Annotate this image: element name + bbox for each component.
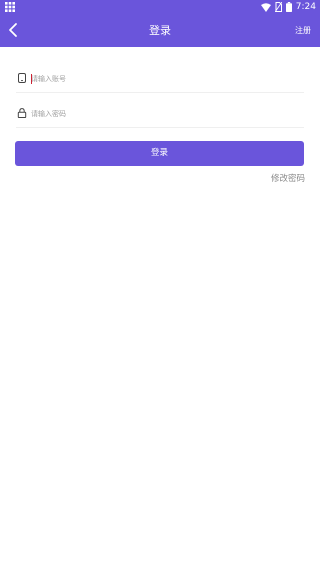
lock-icon	[17, 108, 27, 118]
status-bar: 7:24	[0, 0, 320, 14]
app-header: 登录 注册	[0, 14, 320, 47]
wifi-icon	[260, 2, 271, 12]
no-sim-icon	[274, 2, 282, 12]
account-input[interactable]	[31, 70, 291, 88]
status-time: 7:24	[295, 2, 316, 12]
account-field	[16, 66, 304, 93]
password-input[interactable]	[31, 105, 291, 123]
battery-icon	[285, 2, 292, 12]
phone-icon	[18, 73, 26, 83]
password-field	[16, 101, 304, 128]
register-button[interactable]: 注册	[295, 14, 311, 47]
login-button[interactable]: 登录	[15, 141, 304, 166]
text-caret	[31, 74, 32, 84]
page-title: 登录	[149, 24, 171, 37]
grid-icon	[5, 2, 15, 12]
modify-password-link[interactable]: 修改密码	[271, 172, 305, 184]
